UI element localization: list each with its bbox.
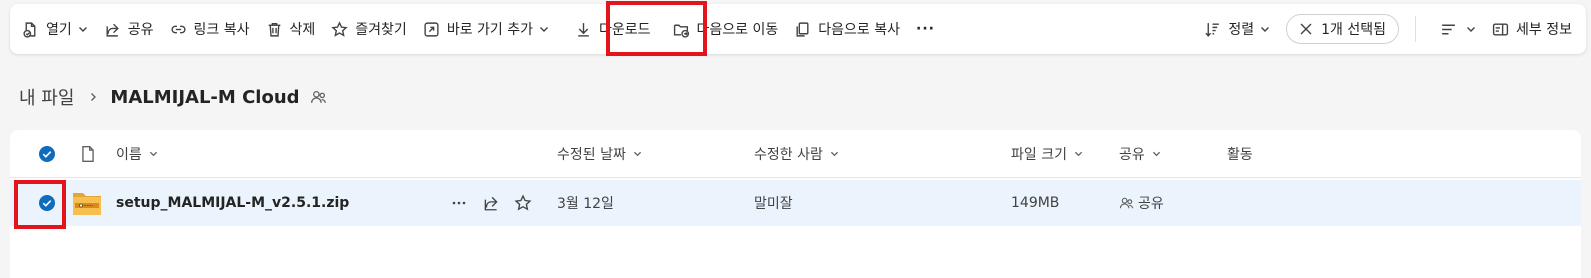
row-share-button[interactable] <box>482 180 500 226</box>
file-name-cell[interactable]: setup_MALMIJAL-M_v2.5.1.zip <box>116 180 349 226</box>
star-icon <box>514 194 532 211</box>
copy-link-button[interactable]: 링크 복사 <box>162 11 258 47</box>
checkmark-circle-icon <box>39 145 55 162</box>
size-cell: 149MB <box>1011 180 1059 226</box>
row-favorite-button[interactable] <box>514 180 532 226</box>
column-name-label: 이름 <box>116 146 142 163</box>
delete-label: 삭제 <box>289 22 316 38</box>
toolbar-right: 정렬 1개 선택됨 세부 정보 <box>1196 11 1586 47</box>
chevron-down-icon <box>1261 27 1270 32</box>
selected-count: 1개 선택됨 <box>1321 22 1387 38</box>
details-label: 세부 정보 <box>1516 22 1572 38</box>
zip-file-icon <box>72 180 102 226</box>
chevron-down-icon <box>1074 151 1083 157</box>
chevron-down-icon <box>1467 27 1476 32</box>
column-modified-by[interactable]: 수정한 사람 <box>754 130 839 177</box>
chevron-down-icon <box>633 151 641 157</box>
share-icon <box>106 23 119 37</box>
move-to-icon <box>673 24 689 38</box>
clear-selection-button[interactable]: 1개 선택됨 <box>1286 14 1400 44</box>
shared-people-icon <box>1119 197 1134 208</box>
column-modified-by-label: 수정한 사람 <box>754 146 823 163</box>
view-options-button[interactable] <box>1432 11 1484 47</box>
column-header-row: 이름 수정된 날짜 수정한 사람 파일 크기 공유 활동 <box>10 130 1581 178</box>
breadcrumb-current: MALMIJAL-M Cloud <box>110 86 300 108</box>
modified-by-cell: 말미잘 <box>754 180 793 226</box>
more-actions-button[interactable]: ··· <box>908 11 943 47</box>
column-sharing-label: 공유 <box>1119 146 1145 163</box>
share-icon <box>484 196 498 211</box>
row-more-button[interactable] <box>450 180 468 226</box>
open-label: 열기 <box>46 22 72 38</box>
download-button[interactable]: 다운로드 <box>567 11 659 47</box>
breadcrumb-root[interactable]: 내 파일 <box>19 84 74 110</box>
column-size-label: 파일 크기 <box>1011 146 1067 163</box>
add-shortcut-button[interactable]: 바로 가기 추가 <box>415 11 557 47</box>
chevron-down-icon <box>540 27 548 32</box>
add-shortcut-label: 바로 가기 추가 <box>446 22 533 38</box>
download-icon <box>578 22 589 37</box>
copy-to-label: 다음으로 복사 <box>818 22 900 38</box>
link-icon <box>171 25 186 33</box>
column-modified-label: 수정된 날짜 <box>557 146 626 163</box>
column-activity[interactable]: 활동 <box>1227 130 1253 177</box>
command-bar: 열기 공유 링크 복사 삭제 즐겨찾기 바로 가기 추가 다운로드 다음으로 이… <box>10 4 1586 54</box>
chevron-down-icon <box>149 151 157 157</box>
move-to-button[interactable]: 다음으로 이동 <box>665 11 787 47</box>
more-horizontal-icon <box>452 201 466 205</box>
download-label: 다운로드 <box>599 22 651 38</box>
more-label: ··· <box>916 21 935 37</box>
share-button[interactable]: 공유 <box>96 11 162 47</box>
checkmark-circle-icon <box>39 195 55 211</box>
sort-label: 정렬 <box>1228 22 1255 38</box>
favorite-button[interactable]: 즐겨찾기 <box>323 11 415 47</box>
chevron-right-icon <box>91 93 97 101</box>
open-button[interactable]: 열기 <box>10 11 96 47</box>
zip-folder-icon <box>73 193 101 215</box>
column-sharing[interactable]: 공유 <box>1119 130 1161 177</box>
modified-date: 3월 12일 <box>557 196 614 212</box>
modified-cell: 3월 12일 <box>557 180 614 226</box>
file-type-column[interactable] <box>79 130 97 177</box>
modified-by-name: 말미잘 <box>754 196 793 212</box>
breadcrumb: 내 파일 MALMIJAL-M Cloud <box>19 84 327 110</box>
table-row[interactable]: setup_MALMIJAL-M_v2.5.1.zip 3월 12일 말미잘 1… <box>10 180 1581 226</box>
chevron-down-icon <box>78 27 87 32</box>
shortcut-icon <box>424 21 439 37</box>
share-label: 공유 <box>127 22 154 38</box>
star-icon <box>331 20 348 37</box>
open-icon <box>23 21 36 38</box>
document-icon <box>82 145 94 162</box>
sort-icon <box>1205 22 1220 37</box>
file-list: 이름 수정된 날짜 수정한 사람 파일 크기 공유 활동 setup_MALMI… <box>10 130 1581 278</box>
sharing-status: 공유 <box>1138 196 1164 212</box>
column-size[interactable]: 파일 크기 <box>1011 130 1083 177</box>
column-activity-label: 활동 <box>1227 146 1253 163</box>
sharing-cell[interactable]: 공유 <box>1119 180 1164 226</box>
move-to-label: 다음으로 이동 <box>696 22 779 38</box>
column-modified[interactable]: 수정된 날짜 <box>557 130 642 177</box>
shared-people-icon <box>310 90 326 103</box>
delete-button[interactable]: 삭제 <box>258 11 324 47</box>
details-pane-icon <box>1492 22 1509 36</box>
file-name[interactable]: setup_MALMIJAL-M_v2.5.1.zip <box>116 195 349 211</box>
list-view-icon <box>1442 24 1455 34</box>
chevron-down-icon <box>1152 151 1160 157</box>
sort-button[interactable]: 정렬 <box>1196 11 1278 47</box>
details-button[interactable]: 세부 정보 <box>1484 11 1580 47</box>
copy-to-button[interactable]: 다음으로 복사 <box>786 11 908 47</box>
close-icon <box>1300 23 1312 35</box>
file-size: 149MB <box>1011 195 1060 211</box>
select-all-checkbox[interactable] <box>38 130 56 177</box>
column-name[interactable]: 이름 <box>116 130 158 177</box>
copy-link-label: 링크 복사 <box>193 22 250 38</box>
favorite-label: 즐겨찾기 <box>355 22 407 38</box>
trash-icon <box>268 22 280 37</box>
chevron-down-icon <box>830 151 838 157</box>
divider <box>1415 16 1417 42</box>
copy-icon <box>796 21 809 37</box>
row-checkbox[interactable] <box>38 180 56 226</box>
